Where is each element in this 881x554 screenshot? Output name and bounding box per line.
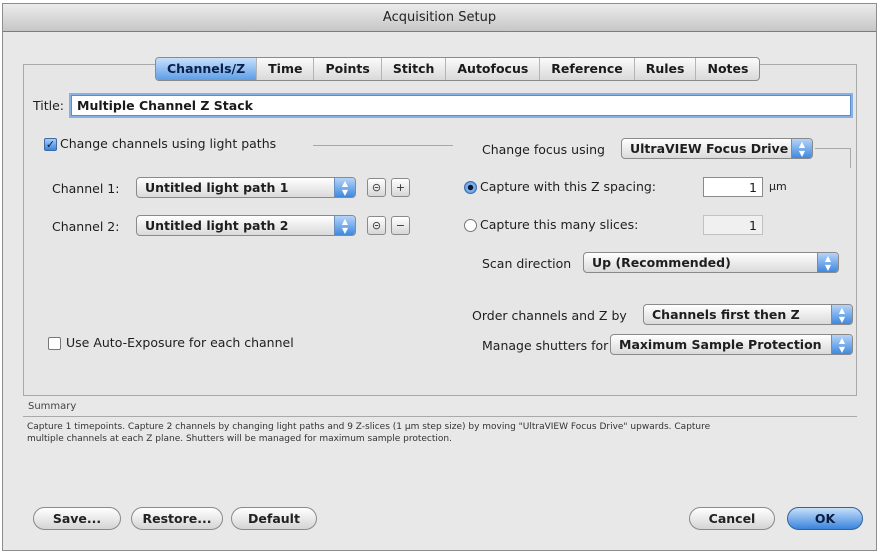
group-divider (850, 148, 851, 168)
channel-2-select[interactable]: Untitled light path 2 ▲ ▼ (136, 215, 356, 236)
tab-stitch[interactable]: Stitch (382, 58, 447, 80)
order-label: Order channels and Z by (472, 308, 627, 323)
acquisition-setup-window: Acquisition Setup Channels/Z Time Points… (2, 3, 877, 551)
scan-direction-value: Up (Recommended) (592, 255, 731, 270)
title-bar[interactable]: Acquisition Setup (3, 4, 876, 32)
z-spacing-input[interactable]: 1 (703, 177, 763, 197)
z-spacing-radio[interactable] (464, 181, 477, 194)
channel-1-label: Channel 1: (52, 181, 120, 196)
channel-remove-button[interactable]: − (391, 216, 410, 235)
summary-text-line-2: multiple channels at each Z plane. Shutt… (27, 434, 452, 444)
chevron-updown-icon: ▲ ▼ (791, 139, 812, 158)
order-value: Channels first then Z (652, 307, 800, 322)
summary-heading: Summary (28, 401, 77, 412)
channel-1-remove-button[interactable]: ⊝ (367, 178, 386, 197)
change-channels-label: Change channels using light paths (60, 136, 277, 151)
order-select[interactable]: Channels first then Z ▲ ▼ (643, 304, 853, 325)
summary-text-line-1: Capture 1 timepoints. Capture 2 channels… (27, 422, 711, 432)
group-divider (313, 145, 453, 146)
default-button[interactable]: Default (231, 507, 317, 530)
tab-bar: Channels/Z Time Points Stitch Autofocus … (155, 57, 761, 81)
title-label: Title: (33, 98, 64, 113)
channel-1-value: Untitled light path 1 (145, 180, 289, 195)
chevron-updown-icon: ▲ ▼ (334, 178, 355, 197)
channel-2-value: Untitled light path 2 (145, 218, 289, 233)
shutters-select[interactable]: Maximum Sample Protection ▲ ▼ (610, 334, 853, 355)
change-channels-checkbox[interactable]: ✓ (44, 138, 57, 151)
tab-reference[interactable]: Reference (540, 58, 635, 80)
ok-button[interactable]: OK (787, 507, 863, 530)
save-button[interactable]: Save... (33, 507, 121, 530)
auto-exposure-label: Use Auto-Exposure for each channel (66, 335, 294, 350)
scan-direction-label: Scan direction (482, 256, 572, 271)
tab-time[interactable]: Time (257, 58, 315, 80)
tab-channels-z[interactable]: Channels/Z (156, 58, 258, 80)
focus-drive-value: UltraVIEW Focus Drive (630, 141, 789, 156)
tab-notes[interactable]: Notes (696, 58, 759, 80)
scan-direction-select[interactable]: Up (Recommended) ▲ ▼ (583, 252, 839, 273)
channel-add-button[interactable]: + (391, 178, 410, 197)
slice-count-label: Capture this many slices: (480, 217, 639, 232)
restore-button[interactable]: Restore... (131, 507, 223, 530)
channel-2-remove-button[interactable]: ⊝ (367, 216, 386, 235)
group-divider (815, 148, 851, 149)
change-focus-label: Change focus using (482, 142, 605, 157)
title-input[interactable]: Multiple Channel Z Stack (71, 95, 851, 116)
tab-autofocus[interactable]: Autofocus (446, 58, 541, 80)
cancel-button[interactable]: Cancel (689, 507, 775, 530)
auto-exposure-checkbox[interactable] (48, 337, 61, 350)
shutters-label: Manage shutters for (482, 338, 609, 353)
tab-rules[interactable]: Rules (635, 58, 697, 80)
tab-points[interactable]: Points (314, 58, 382, 80)
chevron-updown-icon: ▲ ▼ (831, 305, 852, 324)
chevron-updown-icon: ▲ ▼ (334, 216, 355, 235)
slice-count-radio[interactable] (464, 219, 477, 232)
z-spacing-label: Capture with this Z spacing: (480, 179, 657, 194)
focus-drive-select[interactable]: UltraVIEW Focus Drive ▲ ▼ (621, 138, 813, 159)
slice-count-input[interactable]: 1 (703, 215, 763, 235)
chevron-updown-icon: ▲ ▼ (831, 335, 852, 354)
z-spacing-unit: µm (769, 180, 787, 193)
shutters-value: Maximum Sample Protection (619, 337, 822, 352)
chevron-updown-icon: ▲ ▼ (817, 253, 838, 272)
window-title: Acquisition Setup (382, 10, 497, 25)
channel-2-label: Channel 2: (52, 219, 120, 234)
channel-1-select[interactable]: Untitled light path 1 ▲ ▼ (136, 177, 356, 198)
